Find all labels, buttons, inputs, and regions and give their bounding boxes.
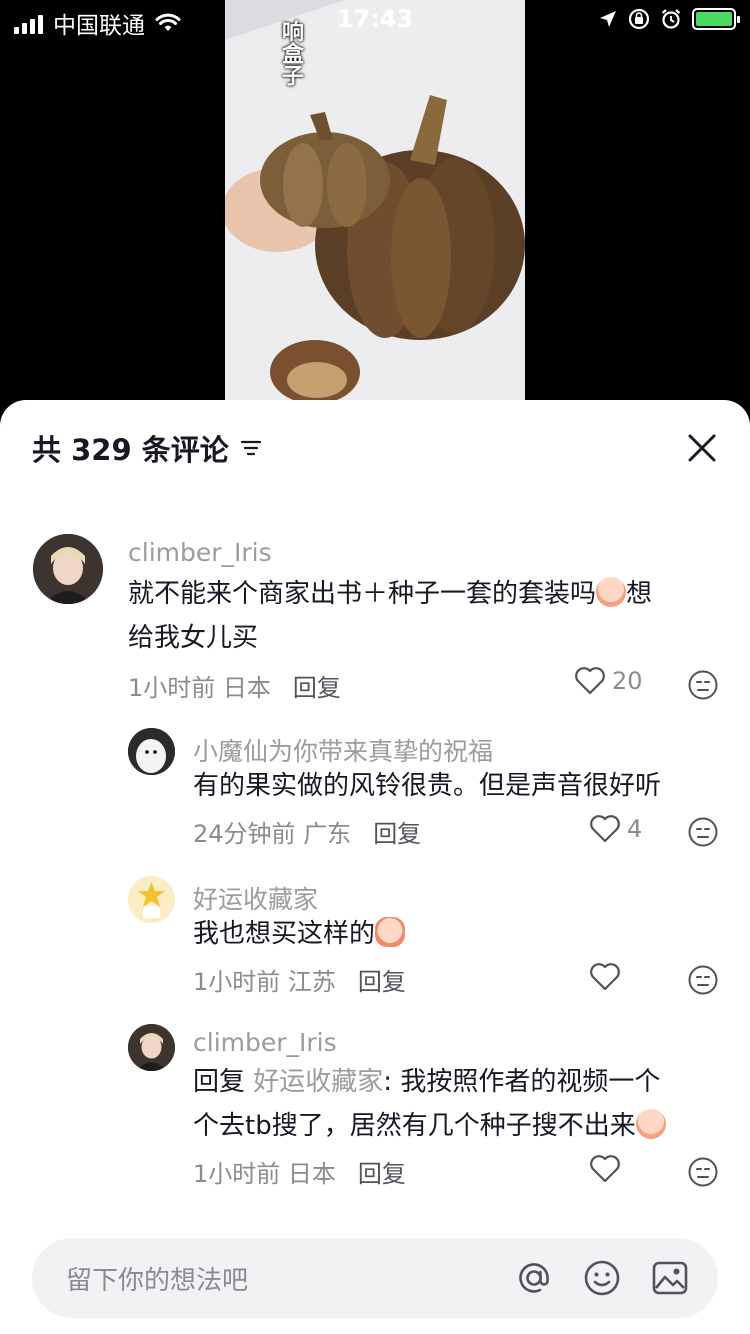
comment-text: 我也想买这样的	[193, 912, 406, 956]
comment-text: 就不能来个商家出书＋种子一套的套装吗想 给我女儿买	[128, 572, 652, 660]
comment-text-line: : 我按照作者的视频一个	[383, 1067, 661, 1097]
image-icon[interactable]	[650, 1258, 690, 1298]
reply-item: climber_Iris 回复 好运收藏家: 我按照作者的视频一个 个去tb搜了…	[0, 1022, 750, 1202]
dislike-face-icon[interactable]	[687, 669, 719, 701]
comment-item: climber_Iris 就不能来个商家出书＋种子一套的套装吗想 给我女儿买 1…	[0, 530, 750, 710]
alarm-icon	[661, 9, 681, 29]
comment-location: 江苏	[287, 968, 336, 996]
comment-username[interactable]: climber_Iris	[128, 538, 272, 567]
sort-icon[interactable]	[239, 437, 263, 459]
comment-meta: 1小时前 日本 回复	[193, 1154, 406, 1189]
reply-item: 好运收藏家 我也想买这样的 1小时前 江苏 回复	[0, 874, 750, 1004]
comment-username[interactable]: 小魔仙为你带来真挚的祝福	[193, 732, 493, 768]
comment-location: 日本	[222, 674, 271, 702]
reply-button[interactable]: 回复	[358, 1154, 406, 1189]
like-count: 20	[612, 667, 643, 695]
like-count: 4	[627, 815, 643, 843]
comment-meta: 24分钟前 广东 回复	[193, 814, 421, 849]
comment-input-placeholder[interactable]: 留下你的想法吧	[66, 1260, 248, 1297]
video-frame-image	[225, 0, 525, 420]
at-icon[interactable]	[514, 1258, 554, 1298]
avatar[interactable]	[33, 534, 103, 604]
avatar[interactable]	[128, 728, 175, 775]
heart-icon	[590, 963, 620, 991]
comment-text: 回复 好运收藏家: 我按照作者的视频一个 个去tb搜了，居然有几个种子搜不出来	[193, 1060, 666, 1148]
battery-charging-icon	[692, 8, 740, 30]
comment-text-line: 就不能来个商家出书＋种子一套的套装吗	[128, 579, 597, 609]
emoji-icon[interactable]	[582, 1258, 622, 1298]
avatar[interactable]	[128, 1024, 175, 1071]
comment-location: 广东	[303, 820, 352, 848]
heart-eyes-emoji-icon	[375, 917, 406, 947]
comment-username[interactable]: climber_Iris	[193, 1028, 337, 1057]
comment-time: 1小时前	[128, 674, 216, 702]
reply-button[interactable]: 回复	[373, 814, 421, 849]
crying-emoji-icon	[635, 1109, 666, 1139]
comment-meta: 1小时前 日本 回复	[128, 668, 341, 703]
crying-emoji-icon	[596, 577, 627, 607]
comment-time: 1小时前	[193, 1160, 281, 1188]
like-button[interactable]: 20	[574, 666, 643, 696]
comment-location: 日本	[287, 1160, 336, 1188]
dislike-face-icon[interactable]	[687, 1156, 719, 1188]
reply-mention[interactable]: 好运收藏家	[253, 1067, 383, 1097]
comment-text-line: 个去tb搜了，居然有几个种子搜不出来	[193, 1111, 636, 1141]
comment-text: 有的果实做的风铃很贵。但是声音很好听	[193, 771, 662, 801]
dislike-face-icon[interactable]	[687, 964, 719, 996]
comment-text-line: 给我女儿买	[128, 623, 259, 653]
comment-username[interactable]: 好运收藏家	[193, 880, 318, 916]
comment-list[interactable]: climber_Iris 就不能来个商家出书＋种子一套的套装吗想 给我女儿买 1…	[0, 530, 750, 1220]
comment-input-bar[interactable]: 留下你的想法吧	[32, 1238, 718, 1318]
like-button[interactable]	[589, 1154, 627, 1184]
video-player[interactable]: 响盒子	[225, 0, 525, 420]
status-bar: 中国联通 17:43	[0, 0, 750, 42]
comment-panel: 共 329 条评论 climber_Iris 就不能来个商家出书＋种子一套的套装…	[0, 400, 750, 1334]
orientation-lock-icon	[628, 8, 650, 30]
panel-header: 共 329 条评论	[32, 428, 263, 468]
location-icon	[600, 11, 616, 27]
comment-text-line: 我也想买这样的	[193, 919, 376, 949]
heart-icon	[590, 1155, 620, 1183]
reply-item: 小魔仙为你带来真挚的祝福 有的果实做的风铃很贵。但是声音很好听 24分钟前 广东…	[0, 726, 750, 856]
comment-time: 1小时前	[193, 968, 281, 996]
heart-icon	[590, 815, 620, 843]
avatar[interactable]	[128, 876, 175, 923]
heart-icon	[575, 667, 605, 695]
reply-button[interactable]: 回复	[358, 962, 406, 997]
comment-text-tail: 想	[626, 579, 653, 609]
like-button[interactable]: 4	[589, 814, 642, 844]
reply-button[interactable]: 回复	[293, 668, 341, 703]
comment-meta: 1小时前 江苏 回复	[193, 962, 406, 997]
reply-prefix: 回复	[193, 1067, 246, 1097]
comment-time: 24分钟前	[193, 820, 296, 848]
like-button[interactable]	[589, 962, 627, 992]
dislike-face-icon[interactable]	[687, 816, 719, 848]
comment-count-title: 共 329 条评论	[32, 433, 229, 467]
close-icon[interactable]	[682, 428, 722, 468]
